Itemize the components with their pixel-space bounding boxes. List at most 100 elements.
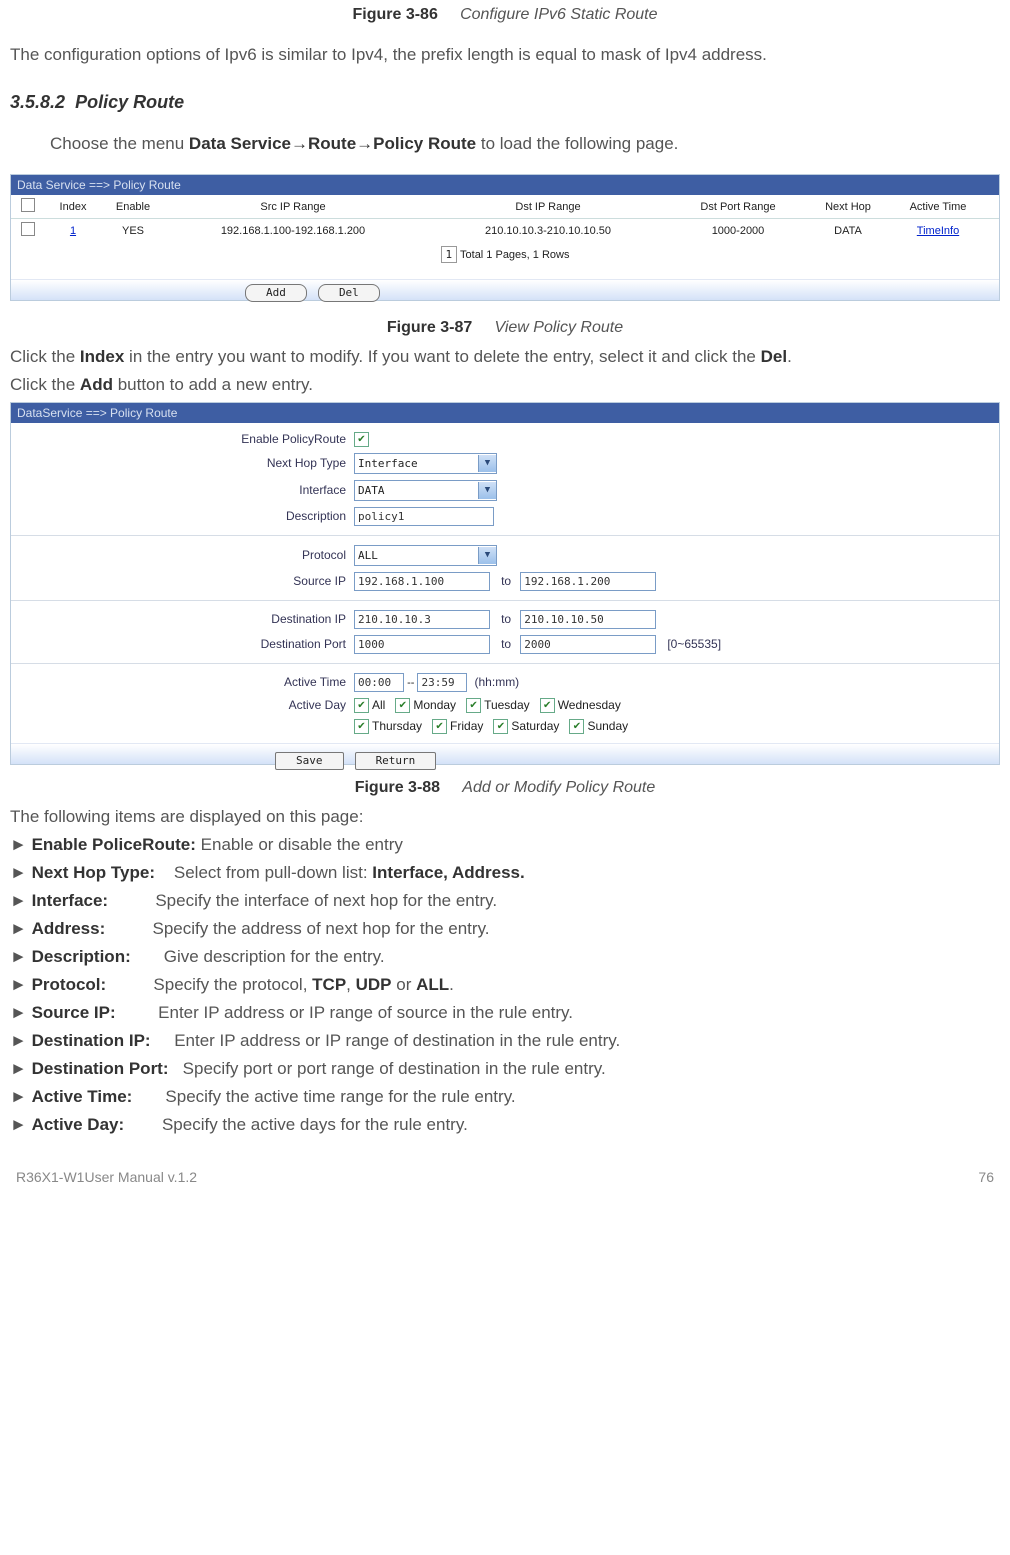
dest-port-to-input[interactable] xyxy=(520,635,656,654)
t4: Del xyxy=(761,347,787,366)
def-a: Select from pull-down list: xyxy=(155,863,372,882)
menu-b3: Policy Route xyxy=(373,134,476,153)
section-number: 3.5.8.2 xyxy=(10,92,65,112)
header-checkbox-cell xyxy=(13,198,43,215)
row-enable: Enable PolicyRoute ✔ xyxy=(11,429,999,450)
term: Destination IP: xyxy=(32,1031,151,1050)
row-interface: Interface DATA▼ xyxy=(11,477,999,504)
interface-select[interactable]: DATA▼ xyxy=(354,480,497,501)
table-header-row: Index Enable Src IP Range Dst IP Range D… xyxy=(11,195,999,219)
row-checkbox[interactable] xyxy=(21,222,35,236)
footer-bar: Add Del xyxy=(11,279,999,300)
timeinfo-link[interactable]: TimeInfo xyxy=(917,225,959,237)
footer-left: R36X1-W1User Manual v.1.2 xyxy=(16,1169,197,1185)
glossary: ► Enable PoliceRoute: Enable or disable … xyxy=(10,831,1000,1140)
figure-number: Figure 3-86 xyxy=(352,6,437,23)
description-input[interactable] xyxy=(354,507,494,526)
to-label: to xyxy=(501,612,511,626)
glossary-intro: The following items are displayed on thi… xyxy=(10,803,1000,830)
chevron-down-icon: ▼ xyxy=(478,455,496,472)
port-hint: [0~65535] xyxy=(667,637,721,651)
row-index[interactable]: 1 xyxy=(43,225,103,237)
active-time-from-input[interactable] xyxy=(354,673,404,692)
label-dest-port: Destination Port xyxy=(11,637,354,651)
intro-text: The configuration options of Ipv6 is sim… xyxy=(10,41,1000,68)
header-src: Src IP Range xyxy=(163,201,423,213)
m1: , xyxy=(346,975,355,994)
active-time-to-input[interactable] xyxy=(417,673,467,692)
day-mon-checkbox[interactable]: ✔ xyxy=(395,698,410,713)
add-button[interactable]: Add xyxy=(245,284,307,302)
figure-88-caption: Figure 3-88 Add or Modify Policy Route xyxy=(10,779,1000,797)
term: Destination Port: xyxy=(32,1059,169,1078)
glossary-sip: ► Source IP: Enter IP address or IP rang… xyxy=(10,999,1000,1027)
dest-port-from-input[interactable] xyxy=(354,635,490,654)
row-active-time: Active Time -- (hh:mm) xyxy=(11,670,999,695)
glossary-iface: ► Interface: Specify the interface of ne… xyxy=(10,887,1000,915)
protocol-select[interactable]: ALL▼ xyxy=(354,545,497,566)
figure-title: View Policy Route xyxy=(494,319,623,336)
def: Specify the active days for the rule ent… xyxy=(124,1115,468,1134)
day-thu: Thursday xyxy=(372,719,422,733)
day-tue-checkbox[interactable]: ✔ xyxy=(466,698,481,713)
source-ip-to-input[interactable] xyxy=(520,572,656,591)
term: Active Day: xyxy=(32,1115,125,1134)
menu-b2: Route xyxy=(308,134,356,153)
day-sat: Saturday xyxy=(511,719,559,733)
row-source-ip: Source IP to xyxy=(11,569,999,594)
arrow2: → xyxy=(356,134,373,153)
row-atime[interactable]: TimeInfo xyxy=(893,225,983,237)
dest-ip-from-input[interactable] xyxy=(354,610,490,629)
glossary-atime: ► Active Time: Specify the active time r… xyxy=(10,1083,1000,1111)
term: Active Time: xyxy=(32,1087,133,1106)
menu-sentence: Choose the menu Data Service→Route→Polic… xyxy=(10,130,1000,157)
day-sat-checkbox[interactable]: ✔ xyxy=(493,719,508,734)
label-enable: Enable PolicyRoute xyxy=(11,432,354,446)
day-sun-checkbox[interactable]: ✔ xyxy=(569,719,584,734)
def: Specify the interface of next hop for th… xyxy=(108,891,497,910)
chevron-down-icon: ▼ xyxy=(478,547,496,564)
term: Description: xyxy=(32,947,131,966)
label-source-ip: Source IP xyxy=(11,574,354,588)
save-row: Save Return xyxy=(11,744,999,780)
row-dport: 1000-2000 xyxy=(673,225,803,237)
t2: Index xyxy=(80,347,124,366)
t3: in the entry you want to modify. If you … xyxy=(124,347,760,366)
t1: Click the xyxy=(10,347,80,366)
header-atime: Active Time xyxy=(893,201,983,213)
day-sun: Sunday xyxy=(587,719,628,733)
select-all-checkbox[interactable] xyxy=(21,198,35,212)
label-active-time: Active Time xyxy=(11,675,354,689)
time-hint: (hh:mm) xyxy=(475,675,520,689)
enable-checkbox[interactable]: ✔ xyxy=(354,432,369,447)
glossary-proto: ► Protocol: Specify the protocol, TCP, U… xyxy=(10,971,1000,999)
button-row: Add Del xyxy=(241,280,999,306)
source-ip-from-input[interactable] xyxy=(354,572,490,591)
header-enable: Enable xyxy=(103,201,163,213)
term: Next Hop Type: xyxy=(32,863,155,882)
header-index: Index xyxy=(43,201,103,213)
del-button[interactable]: Del xyxy=(318,284,380,302)
def-b: Interface, Address. xyxy=(372,863,524,882)
day-tue: Tuesday xyxy=(484,698,530,712)
next-hop-type-select[interactable]: Interface▼ xyxy=(354,453,497,474)
page-number-input[interactable]: 1 xyxy=(441,246,458,263)
index-link[interactable]: 1 xyxy=(70,225,76,237)
day-thu-checkbox[interactable]: ✔ xyxy=(354,719,369,734)
day-fri-checkbox[interactable]: ✔ xyxy=(432,719,447,734)
day-wed: Wednesday xyxy=(558,698,621,712)
dest-ip-to-input[interactable] xyxy=(520,610,656,629)
return-button[interactable]: Return xyxy=(355,752,437,770)
day-wed-checkbox[interactable]: ✔ xyxy=(540,698,555,713)
b3: ALL xyxy=(416,975,449,994)
def: Enter IP address or IP range of destinat… xyxy=(151,1031,621,1050)
pagination: 1 Total 1 Pages, 1 Rows xyxy=(11,242,999,279)
term: Interface: xyxy=(32,891,109,910)
glossary-nht: ► Next Hop Type: Select from pull-down l… xyxy=(10,859,1000,887)
arrow1: → xyxy=(291,134,308,153)
figure-86-caption: Figure 3-86 Configure IPv6 Static Route xyxy=(10,6,1000,24)
day-mon: Monday xyxy=(413,698,456,712)
day-all-checkbox[interactable]: ✔ xyxy=(354,698,369,713)
save-button[interactable]: Save xyxy=(275,752,344,770)
section-title: Policy Route xyxy=(75,92,184,112)
